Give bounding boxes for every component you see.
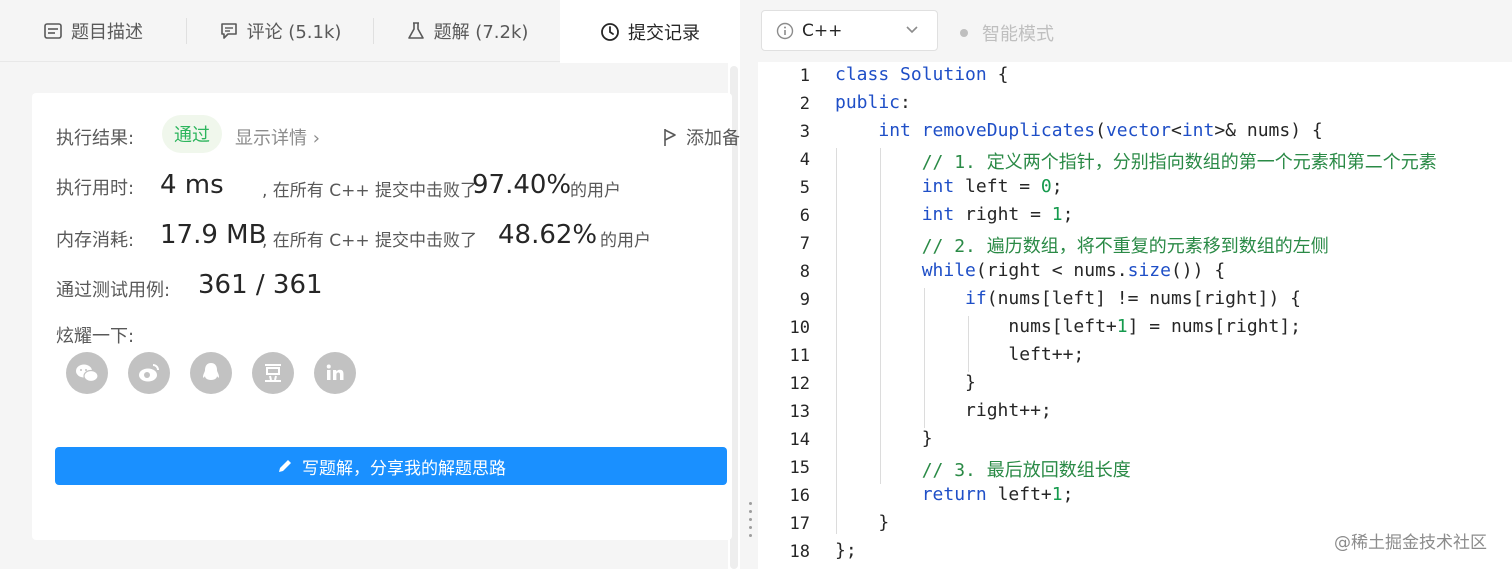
line-number: 1 (799, 66, 810, 86)
line-number: 3 (799, 122, 810, 142)
info-icon (776, 22, 794, 39)
tab-comments-label: 评论 (5.1k) (246, 22, 342, 43)
status-badge: 通过 (162, 115, 222, 153)
status-dot-icon (960, 29, 968, 37)
code-line: if(nums[left] != nums[right]) { (965, 288, 1302, 309)
share-label: 炫耀一下: (56, 326, 135, 347)
tests-label: 通过测试用例: (56, 280, 171, 301)
memory-suffix: 的用户 (600, 231, 651, 251)
watermark: @稀土掘金技术社区 (1334, 533, 1487, 553)
tab-description-label: 题目描述 (71, 22, 143, 43)
pencil-icon (279, 460, 291, 472)
clock-icon (601, 22, 619, 41)
code-line: left++; (835, 344, 1085, 365)
code-line: } (835, 428, 933, 449)
submission-result-card: 执行结果: 通过 显示详情 › 添加备 执行用时: 4 ms , 在所有 C++… (32, 93, 740, 540)
smart-mode-toggle[interactable]: 智能模式 (960, 20, 1054, 46)
line-number: 6 (799, 206, 810, 226)
runtime-beat-text: , 在所有 C++ 提交中击败了 (262, 181, 477, 201)
add-note-button[interactable]: 添加备 (662, 124, 740, 150)
write-solution-label: 写题解，分享我的解题思路 (302, 458, 506, 479)
code-editor[interactable]: 1 2 3 4 5 6 7 8 9 10 11 12 13 14 15 16 1… (758, 62, 1512, 569)
code-line: // 3. 最后放回数组长度 (921, 460, 1131, 481)
runtime-value: 4 ms (160, 170, 224, 200)
line-number: 10 (789, 318, 810, 338)
tab-comments[interactable]: 评论 (5.1k) (187, 0, 373, 62)
code-line: nums[left+1] = nums[right]; (835, 316, 1301, 337)
memory-value: 17.9 MB (160, 220, 267, 250)
code-line: int removeDuplicates(vector<int>& nums) … (878, 120, 1323, 141)
tab-submissions-label: 提交记录 (628, 22, 700, 44)
code-line: public: (835, 92, 911, 113)
runtime-label: 执行用时: (56, 178, 135, 199)
flag-icon (664, 129, 676, 146)
code-line: while(right < nums.size()) { (921, 260, 1226, 281)
line-number: 14 (789, 430, 810, 450)
smart-mode-label: 智能模式 (982, 24, 1054, 45)
linkedin-icon[interactable] (314, 352, 356, 394)
line-number: 11 (789, 346, 810, 366)
code-line: } (835, 512, 890, 533)
memory-percent: 48.62% (498, 220, 598, 250)
language-select[interactable]: C++ (761, 10, 938, 51)
line-number: 12 (789, 374, 810, 394)
line-number: 2 (799, 94, 810, 114)
description-icon (44, 23, 62, 39)
tab-bar: 题目描述 评论 (5.1k) 题解 (7.2k) 提交记录 (0, 0, 740, 63)
runtime-suffix: 的用户 (570, 181, 621, 201)
line-number: 13 (789, 402, 810, 422)
memory-beat-text: , 在所有 C++ 提交中击败了 (262, 231, 477, 251)
code-line: right++; (835, 400, 1052, 421)
show-details-link[interactable]: 显示详情 › (235, 124, 320, 150)
right-panel: C++ 智能模式 1 2 3 4 5 6 7 8 9 10 11 12 13 1… (758, 0, 1512, 569)
add-note-label: 添加备 (686, 128, 740, 149)
code-line: }; (835, 540, 857, 561)
code-line: // 1. 定义两个指针，分别指向数组的第一个元素和第二个元素 (921, 152, 1437, 173)
code-line: return left+1; (921, 484, 1074, 505)
tab-description[interactable]: 题目描述 (0, 0, 186, 62)
line-number: 7 (799, 234, 810, 254)
left-panel: 题目描述 评论 (5.1k) 题解 (7.2k) 提交记录 执行结果: 通过 显… (0, 0, 740, 569)
line-number: 9 (799, 290, 810, 310)
line-number: 17 (789, 514, 810, 534)
chevron-down-icon (906, 26, 918, 34)
panel-resize-handle[interactable] (740, 0, 758, 569)
code-line: int right = 1; (921, 204, 1074, 225)
douban-icon[interactable] (252, 352, 294, 394)
tab-solutions[interactable]: 题解 (7.2k) (374, 0, 560, 62)
line-number: 15 (789, 458, 810, 478)
tests-value: 361 / 361 (198, 270, 323, 300)
memory-label: 内存消耗: (56, 230, 135, 251)
code-line: // 2. 遍历数组，将不重复的元素移到数组的左侧 (921, 236, 1329, 257)
app-root: 题目描述 评论 (5.1k) 题解 (7.2k) 提交记录 执行结果: 通过 显… (0, 0, 1512, 569)
line-number: 8 (799, 262, 810, 282)
code-line: class Solution { (835, 64, 1009, 85)
tab-submissions[interactable]: 提交记录 (560, 0, 740, 63)
line-number: 18 (789, 542, 810, 562)
line-number: 5 (799, 178, 810, 198)
qq-icon[interactable] (190, 352, 232, 394)
wechat-icon[interactable] (66, 352, 108, 394)
write-solution-button[interactable]: 写题解，分享我的解题思路 (55, 447, 727, 485)
runtime-percent: 97.40% (472, 170, 572, 200)
comment-icon (220, 23, 237, 39)
flask-icon (407, 22, 424, 39)
result-label: 执行结果: (56, 128, 135, 149)
tab-solutions-label: 题解 (7.2k) (433, 22, 529, 43)
weibo-icon[interactable] (128, 352, 170, 394)
editor-toolbar: C++ 智能模式 (758, 0, 1512, 62)
language-label: C++ (802, 20, 843, 41)
code-line: int left = 0; (921, 176, 1063, 197)
line-number: 4 (799, 150, 810, 170)
line-number: 16 (789, 486, 810, 506)
code-line: } (835, 372, 976, 393)
